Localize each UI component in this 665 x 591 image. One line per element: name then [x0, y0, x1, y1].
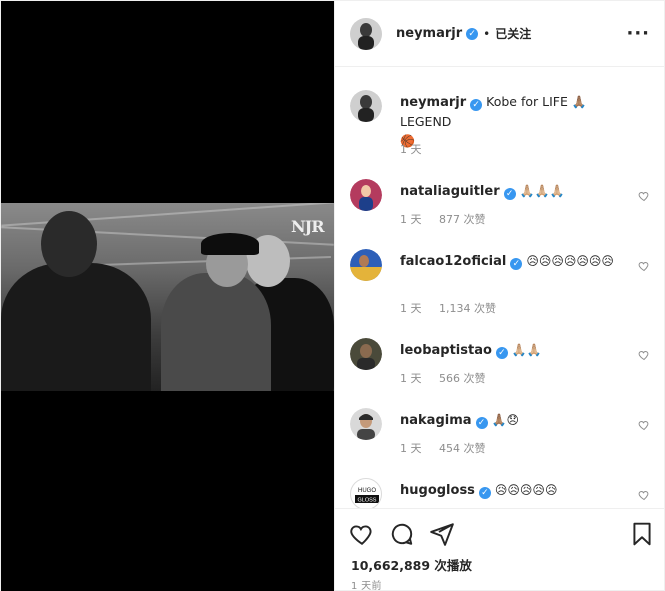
- caption-text: Kobe for LIFE: [486, 94, 568, 109]
- bookmark-icon[interactable]: [629, 521, 655, 547]
- verified-icon: ✓: [478, 487, 491, 499]
- verified-icon: ✓: [466, 27, 479, 40]
- caption-text-2: LEGEND: [400, 114, 452, 129]
- verified-icon: ✓: [470, 99, 483, 111]
- like-count[interactable]: 877 次赞: [439, 213, 486, 226]
- more-options-icon[interactable]: ···: [626, 23, 650, 44]
- share-icon[interactable]: [429, 521, 455, 547]
- like-count[interactable]: 454 次赞: [439, 442, 486, 455]
- comment-item: falcao12oficial ✓ 😥😥😥😥😥😥😥 1 天 1,134 次赞: [350, 249, 660, 321]
- avatar[interactable]: [350, 338, 382, 370]
- comment-username[interactable]: hugogloss: [400, 483, 475, 498]
- comments-list[interactable]: neymarjr ✓ Kobe for LIFE 🙏🏽 LEGEND 🏀 1 天 …: [335, 68, 665, 508]
- avatar[interactable]: [350, 249, 382, 281]
- avatar[interactable]: [350, 90, 382, 122]
- heart-icon[interactable]: [638, 260, 650, 272]
- comment-username[interactable]: falcao12oficial: [400, 254, 506, 269]
- caption-username[interactable]: neymarjr: [400, 95, 466, 110]
- verified-icon: ✓: [503, 188, 516, 200]
- heart-icon[interactable]: [349, 521, 375, 547]
- like-count[interactable]: 1,134 次赞: [439, 302, 496, 315]
- comment-item: HUGO GLOSS hugogloss ✓ 😥😥😥😥😥: [350, 478, 660, 508]
- comment-time: 1 天: [400, 372, 422, 385]
- caption: neymarjr ✓ Kobe for LIFE 🙏🏽 LEGEND 🏀 1 天: [350, 90, 660, 160]
- comment-item: leobaptistao ✓ 🙏🏼🙏🏼 1 天 566 次赞: [350, 338, 660, 393]
- post-username[interactable]: neymarjr: [396, 26, 462, 41]
- comment-text: 😥😥😥😥😥😥😥: [526, 254, 614, 268]
- comment-text: 🙏🏼🙏🏼: [511, 343, 542, 357]
- comment-username[interactable]: leobaptistao: [400, 343, 492, 358]
- post-photo[interactable]: NJR: [1, 203, 334, 391]
- action-bar: 10,662,889 次播放 1 天前: [335, 508, 665, 591]
- avatar[interactable]: [350, 17, 382, 50]
- comment-username[interactable]: nataliaguitler: [400, 184, 500, 199]
- post-time[interactable]: 1 天前: [351, 577, 382, 591]
- comment-text: 😥😥😥😥😥: [494, 483, 558, 497]
- comment-icon[interactable]: [389, 521, 415, 547]
- njr-logo: NJR: [291, 217, 324, 236]
- heart-icon[interactable]: [638, 489, 650, 501]
- caption-time: 1 天: [400, 143, 422, 156]
- comment-username[interactable]: nakagima: [400, 413, 472, 428]
- heart-icon[interactable]: [638, 190, 650, 202]
- comment-text: 🙏🏽😞: [491, 413, 519, 427]
- comment-item: nakagima ✓ 🙏🏽😞 1 天 454 次赞: [350, 408, 660, 463]
- avatar[interactable]: [350, 179, 382, 211]
- avatar-logo-top: HUGO: [358, 488, 376, 494]
- heart-icon[interactable]: [638, 419, 650, 431]
- comment-time: 1 天: [400, 213, 422, 226]
- like-count[interactable]: 566 次赞: [439, 372, 486, 385]
- avatar-logo-bottom: GLOSS: [358, 498, 377, 504]
- post-dialog: NJR neymarjr ✓ • 已关注 ··· neymarjr ✓ Kobe …: [0, 0, 665, 591]
- comment-time: 1 天: [400, 442, 422, 455]
- heart-icon[interactable]: [638, 349, 650, 361]
- avatar[interactable]: HUGO GLOSS: [350, 478, 382, 508]
- separator-dot: •: [483, 26, 491, 41]
- view-count[interactable]: 10,662,889 次播放: [351, 555, 472, 574]
- avatar[interactable]: [350, 408, 382, 440]
- comment-item: nataliaguitler ✓ 🙏🏼🙏🏼🙏🏼 1 天 877 次赞: [350, 179, 660, 234]
- details-panel: neymarjr ✓ • 已关注 ··· neymarjr ✓ Kobe for …: [334, 1, 665, 591]
- comment-time: 1 天: [400, 302, 422, 315]
- comment-text: 🙏🏼🙏🏼🙏🏼: [519, 184, 565, 198]
- follow-button[interactable]: 已关注: [495, 25, 531, 42]
- verified-icon: ✓: [495, 347, 508, 359]
- verified-icon: ✓: [475, 417, 488, 429]
- verified-icon: ✓: [510, 258, 523, 270]
- post-header: neymarjr ✓ • 已关注 ···: [335, 1, 665, 67]
- media-panel[interactable]: NJR: [1, 1, 334, 591]
- pray-emoji: 🙏🏽: [571, 95, 587, 109]
